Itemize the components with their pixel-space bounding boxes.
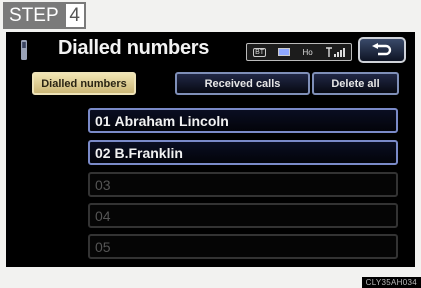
ho-label: Ho [302, 47, 313, 57]
call-entry-4: 04 [88, 203, 398, 228]
battery-icon [278, 48, 291, 56]
call-entry-1[interactable]: 01 Abraham Lincoln [88, 108, 398, 133]
entry-index: 05 [95, 238, 111, 255]
call-entry-3: 03 [88, 172, 398, 197]
return-arrow-icon [372, 43, 392, 56]
entry-index: 04 [95, 207, 111, 224]
tab-dialled-numbers[interactable]: Dialled numbers [32, 72, 136, 95]
entry-name: B.Franklin [114, 144, 183, 161]
delete-all-button[interactable]: Delete all [312, 72, 399, 95]
bluetooth-icon: BT [253, 47, 267, 57]
call-entry-5: 05 [88, 234, 398, 259]
entry-index: 02 [95, 144, 111, 161]
entry-index: 03 [95, 176, 111, 193]
entry-index: 01 [95, 112, 111, 129]
image-code: CLY35AH034 [361, 277, 421, 288]
status-bar: BT Ho [246, 43, 352, 61]
entry-name: Abraham Lincoln [114, 112, 229, 129]
page-title: Dialled numbers [58, 37, 210, 59]
signal-icon [325, 46, 345, 57]
step-label: STEP 4 [3, 2, 86, 29]
step-word: STEP [3, 2, 64, 29]
step-number: 4 [63, 2, 86, 29]
phone-icon [21, 40, 27, 60]
call-entry-2[interactable]: 02 B.Franklin [88, 140, 398, 165]
tab-received-calls[interactable]: Received calls [175, 72, 310, 95]
back-button[interactable] [358, 37, 406, 63]
display-screen: Dialled numbers BT Ho Dialled numbers Re… [6, 32, 415, 267]
